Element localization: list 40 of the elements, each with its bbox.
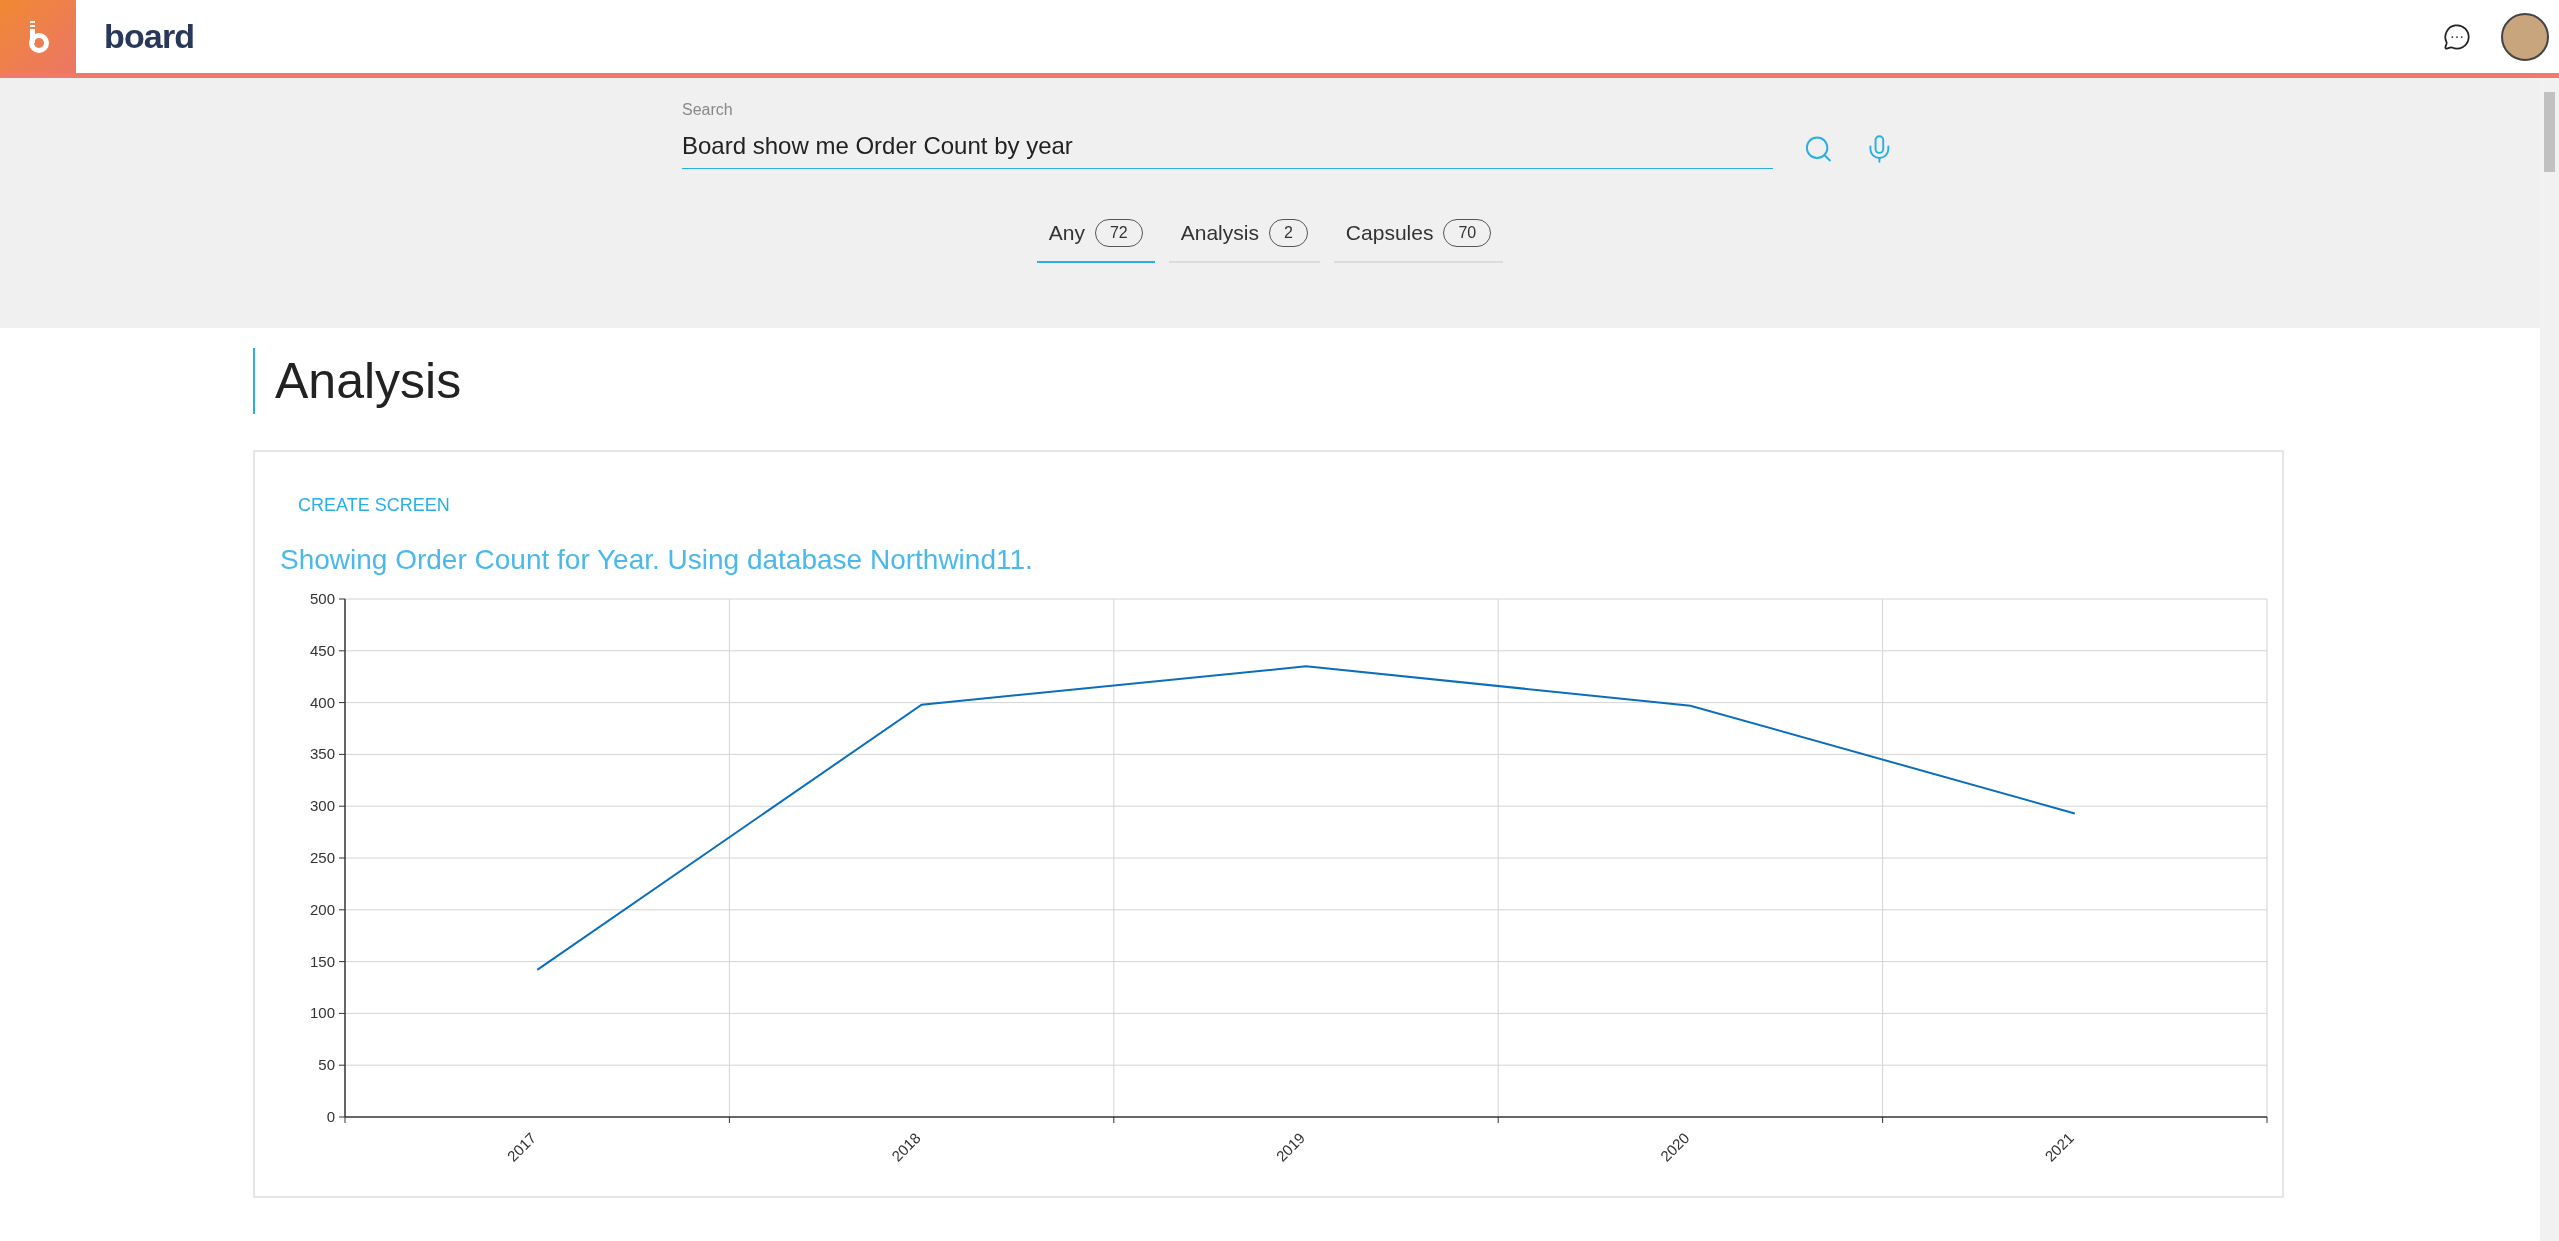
filter-tab[interactable]: Capsules 70 [1333, 213, 1504, 263]
y-tick-label: 400 [309, 693, 335, 711]
tick-mark [338, 753, 346, 755]
tick-mark [338, 1012, 346, 1014]
avatar[interactable] [2501, 12, 2549, 61]
app-tile[interactable] [0, 0, 76, 73]
tick-mark [338, 961, 346, 963]
y-tick-label: 0 [326, 1108, 335, 1125]
tick-mark [2266, 1116, 2268, 1124]
result-description: Showing Order Count for Year. Using database Northwind11. [280, 543, 1034, 577]
y-tick-label: 500 [309, 590, 335, 607]
search-field[interactable]: Board show me Order Count by year [682, 128, 1774, 169]
tick-mark [1113, 1116, 1115, 1124]
tick-mark [1882, 1116, 1884, 1124]
logo-wordmark: board [104, 16, 195, 57]
tick-mark [338, 909, 346, 911]
tick-mark [338, 805, 346, 807]
y-tick-label: 50 [318, 1056, 335, 1074]
tick-mark [338, 598, 346, 600]
y-tick-label: 100 [309, 1004, 335, 1022]
tick-mark [338, 857, 346, 859]
y-tick-label: 250 [309, 849, 335, 866]
tick-mark [338, 650, 346, 652]
y-tick-label: 450 [309, 641, 335, 659]
scrollbar[interactable] [2540, 78, 2559, 1241]
tick-mark [1497, 1116, 1499, 1124]
logo-icon [27, 20, 49, 53]
filter-tab[interactable]: Any 72 [1036, 213, 1155, 263]
y-tick-label: 350 [309, 745, 335, 763]
y-tick-label: 150 [309, 952, 335, 970]
tick-mark [338, 702, 346, 704]
y-tick-label: 300 [309, 797, 335, 815]
search-label: Search [682, 100, 734, 120]
tick-mark [338, 1064, 346, 1066]
y-tick-label: 200 [309, 900, 335, 918]
section-title: Analysis [275, 352, 463, 410]
tick-mark [728, 1116, 730, 1124]
chat-icon[interactable] [2443, 22, 2471, 51]
filter-tab[interactable]: Analysis 2 [1168, 213, 1320, 263]
scrollbar-thumb[interactable] [2544, 92, 2555, 172]
